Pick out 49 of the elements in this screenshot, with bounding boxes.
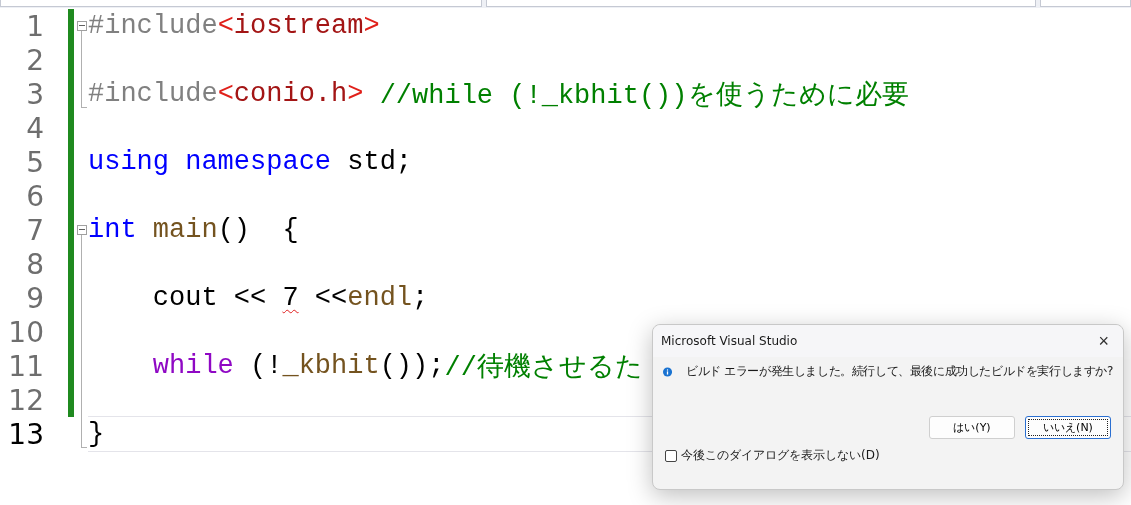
line-number: 10: [7, 315, 44, 349]
code-token: endl: [347, 283, 413, 313]
checkbox[interactable]: [665, 449, 677, 462]
code-token: //while (!_kbhit())を使うために必要: [378, 79, 909, 112]
code-token: while: [151, 351, 234, 381]
code-token: ;: [412, 283, 429, 313]
line-number: 13: [7, 417, 44, 451]
code-token: >: [347, 79, 364, 109]
close-button[interactable]: ×: [1094, 330, 1113, 352]
dialog-message: ビルド エラーが発生しました。続行して、最後に成功したビルドを実行しますか?: [686, 363, 1113, 380]
dialog-title: Microsoft Visual Studio: [661, 334, 798, 348]
code-token: () {: [217, 215, 299, 245]
line-number: 1: [25, 9, 44, 43]
line-number: 4: [25, 111, 44, 145]
code-token: int: [88, 215, 137, 245]
line-number: 7: [25, 213, 44, 247]
code-token: conio.h: [233, 79, 348, 109]
dialog-button[interactable]: はい(Y): [929, 416, 1015, 439]
dialog-button[interactable]: いいえ(N): [1025, 416, 1111, 439]
code-token: (!: [249, 351, 283, 381]
collapse-icon[interactable]: [77, 225, 87, 235]
line-number: 3: [25, 77, 44, 111]
code-token: }: [88, 419, 105, 449]
code-token: <: [217, 79, 234, 109]
code-token: #include: [88, 11, 218, 41]
code-token: std;: [346, 147, 413, 177]
code-token: using: [88, 147, 169, 177]
line-number: 2: [25, 43, 44, 77]
line-number: 6: [25, 179, 44, 213]
line-number: 11: [7, 349, 44, 383]
code-token: main: [151, 215, 218, 245]
line-number: 12: [7, 383, 44, 417]
checkbox-label: 今後このダイアログを表示しない(D): [681, 447, 880, 464]
line-number: 5: [25, 145, 44, 179]
line-number: 8: [25, 247, 44, 281]
error-squiggle-token: 7: [281, 283, 299, 313]
code-token: >: [363, 11, 380, 41]
code-token: <<: [313, 283, 348, 313]
info-icon: [663, 364, 672, 379]
code-token: cout <<: [151, 283, 267, 313]
code-token: namespace: [184, 147, 332, 177]
code-token: //待機させるた: [444, 352, 643, 384]
code-token: <: [217, 11, 234, 41]
code-token: iostream: [233, 11, 364, 41]
code-token: _kbhit: [282, 351, 380, 381]
code-token: #include: [88, 79, 218, 109]
collapse-icon[interactable]: [77, 21, 87, 31]
code-token: ());: [379, 351, 445, 381]
line-number: 9: [25, 281, 44, 315]
